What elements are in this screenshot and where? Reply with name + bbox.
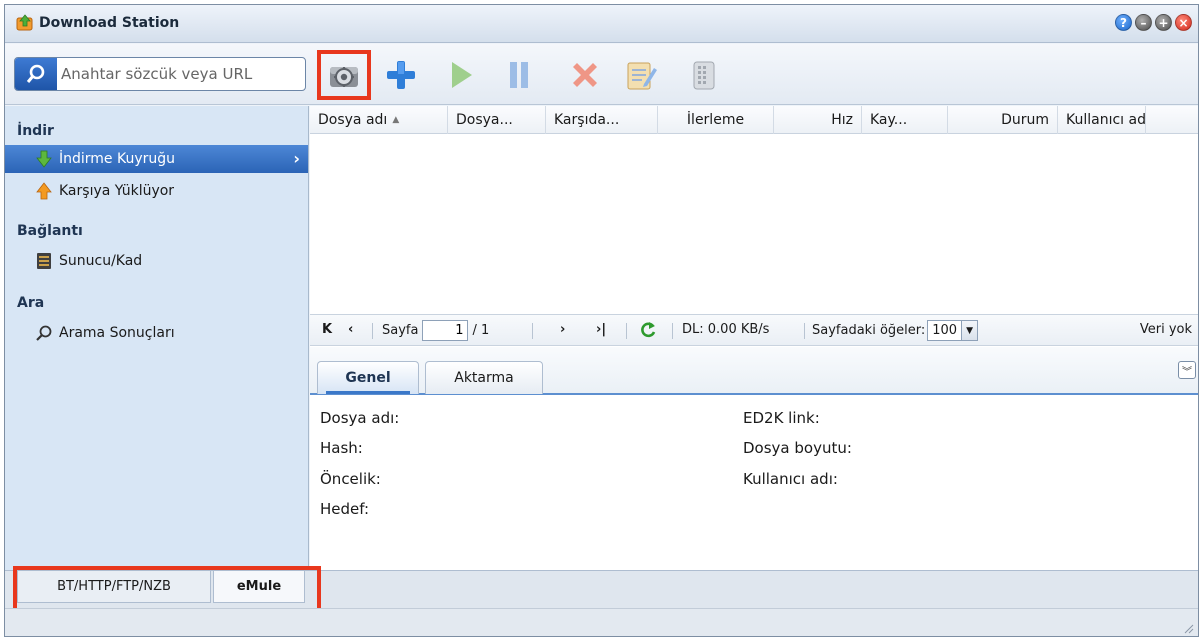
- settings-highlight-box: [317, 50, 371, 100]
- details-tab-bar: Genel Aktarma ︾: [310, 347, 1198, 395]
- task-list-panel: Dosya adı ▲ Dosya... Karşıda... İlerleme …: [310, 106, 1198, 570]
- download-station-app-icon: [16, 14, 33, 31]
- server-icon: [35, 252, 53, 270]
- column-source[interactable]: Kay...: [862, 106, 948, 134]
- column-file-size[interactable]: Dosya...: [448, 106, 546, 134]
- sidebar-item-download-queue[interactable]: İndirme Kuyruğu ›: [5, 145, 308, 173]
- section-title-indir: İndir: [17, 123, 54, 139]
- trash-bin-icon: [693, 61, 715, 90]
- no-data-text: Veri yok: [1139, 322, 1192, 337]
- sidebar-item-label: Sunucu/Kad: [59, 253, 143, 269]
- play-icon: [452, 62, 472, 88]
- page-number-input[interactable]: [422, 320, 469, 341]
- window-title: Download Station: [39, 15, 180, 31]
- delete-x-icon: [573, 63, 597, 87]
- page-label: Sayfa: [382, 323, 419, 338]
- download-arrow-icon: [35, 150, 53, 168]
- add-task-button[interactable]: [379, 53, 423, 97]
- upload-arrow-icon: [35, 182, 53, 200]
- resize-grip-icon[interactable]: [1182, 622, 1194, 634]
- pager-separator: [626, 323, 627, 339]
- collapse-panel-icon[interactable]: ︾: [1178, 361, 1196, 379]
- column-filename[interactable]: Dosya adı ▲: [310, 106, 448, 134]
- detail-label-priority: Öncelik:: [320, 470, 381, 488]
- prev-page-button[interactable]: ‹: [348, 322, 353, 337]
- column-username[interactable]: Kullanıcı adı: [1058, 106, 1146, 134]
- detail-label-hash: Hash:: [320, 439, 363, 457]
- sidebar-item-label: İndirme Kuyruğu: [59, 151, 176, 167]
- column-uploaded[interactable]: Karşıda...: [546, 106, 658, 134]
- chevron-right-icon: ›: [293, 149, 300, 168]
- resume-button[interactable]: [439, 53, 483, 97]
- last-page-button[interactable]: ›|: [596, 322, 606, 337]
- pager-separator: [532, 323, 533, 339]
- delete-button[interactable]: [563, 53, 607, 97]
- next-page-button[interactable]: ›: [560, 322, 565, 337]
- maximize-icon[interactable]: +: [1155, 14, 1172, 31]
- protocol-tabs-highlight-box: [13, 566, 321, 614]
- first-page-button[interactable]: K: [322, 322, 332, 337]
- sort-asc-icon: ▲: [392, 115, 400, 125]
- section-title-baglanti: Bağlantı: [17, 223, 83, 239]
- search-input[interactable]: [61, 58, 301, 90]
- pager-separator: [372, 323, 373, 339]
- status-bar: [5, 608, 1198, 636]
- magnifier-icon: [35, 324, 53, 342]
- column-speed[interactable]: Hız: [774, 106, 862, 134]
- add-icon: [387, 61, 415, 89]
- tab-general[interactable]: Genel: [317, 361, 419, 394]
- pagination-toolbar: K ‹ Sayfa / 1 › ›| DL: 0.00 KB/s Sayfada…: [310, 314, 1198, 346]
- items-per-page-label: Sayfadaki öğeler:: [812, 323, 926, 338]
- sidebar-item-server-kad[interactable]: Sunucu/Kad: [5, 247, 308, 275]
- detail-label-ed2k-link: ED2K link:: [743, 409, 820, 427]
- pager-separator: [804, 323, 805, 339]
- grid-header: Dosya adı ▲ Dosya... Karşıda... İlerleme …: [310, 106, 1198, 134]
- download-station-window: Download Station ? – + × Anahtar sözcük …: [4, 4, 1199, 637]
- help-icon[interactable]: ?: [1115, 14, 1132, 31]
- edit-button[interactable]: [619, 53, 663, 97]
- download-speed: DL: 0.00 KB/s: [682, 322, 770, 337]
- sidebar-item-label: Arama Sonuçları: [59, 325, 175, 341]
- detail-label-filename: Dosya adı:: [320, 409, 400, 427]
- column-progress[interactable]: İlerleme: [658, 106, 774, 134]
- edit-icon: [627, 62, 657, 90]
- close-icon[interactable]: ×: [1175, 14, 1192, 31]
- sidebar: İndir İndirme Kuyruğu › Karşıya Yüklüyor…: [5, 106, 309, 570]
- page-total: / 1: [472, 323, 490, 338]
- detail-label-file-size: Dosya boyutu:: [743, 439, 852, 457]
- detail-label-destination: Hedef:: [320, 500, 370, 518]
- sidebar-item-uploading[interactable]: Karşıya Yüklüyor: [5, 177, 308, 205]
- minimize-icon[interactable]: –: [1135, 14, 1152, 31]
- sidebar-item-search-results[interactable]: Arama Sonuçları: [5, 319, 308, 347]
- details-panel: Genel Aktarma ︾ Dosya adı: Hash: Öncelik…: [310, 347, 1198, 570]
- toolbar: [5, 44, 1198, 105]
- tab-transfer[interactable]: Aktarma: [425, 361, 543, 394]
- pause-icon: [510, 62, 528, 88]
- refresh-icon[interactable]: [640, 321, 656, 339]
- pager-separator: [672, 323, 673, 339]
- clear-completed-button[interactable]: [682, 53, 726, 97]
- chevron-down-icon: ▼: [961, 321, 978, 340]
- search-box[interactable]: [14, 57, 306, 91]
- section-title-ara: Ara: [17, 295, 45, 311]
- items-per-page-select[interactable]: 100 ▼: [927, 320, 979, 341]
- search-icon[interactable]: [15, 58, 57, 90]
- column-status[interactable]: Durum: [948, 106, 1058, 134]
- detail-label-username: Kullanıcı adı:: [743, 470, 838, 488]
- pause-button[interactable]: [497, 53, 541, 97]
- sidebar-item-label: Karşıya Yüklüyor: [59, 183, 175, 199]
- title-bar: Download Station ? – + ×: [5, 5, 1198, 43]
